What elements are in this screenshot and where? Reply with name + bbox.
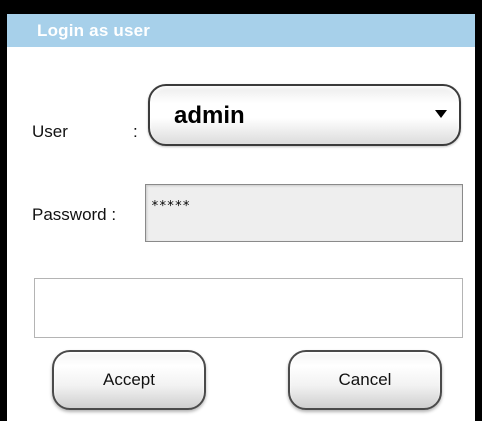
dialog-title: Login as user bbox=[7, 14, 475, 47]
password-label: Password : bbox=[32, 205, 117, 224]
login-dialog: Login as user User : admin Password : **… bbox=[0, 0, 482, 421]
message-box bbox=[34, 278, 463, 338]
password-field[interactable]: ***** bbox=[145, 184, 463, 242]
chevron-down-icon[interactable] bbox=[435, 110, 447, 118]
accept-button[interactable]: Accept bbox=[52, 350, 206, 410]
user-label-colon: : bbox=[133, 122, 138, 141]
user-select-value: admin bbox=[174, 102, 245, 129]
user-label: User bbox=[32, 122, 68, 141]
cancel-button[interactable]: Cancel bbox=[288, 350, 442, 410]
user-select[interactable]: admin bbox=[148, 84, 461, 146]
